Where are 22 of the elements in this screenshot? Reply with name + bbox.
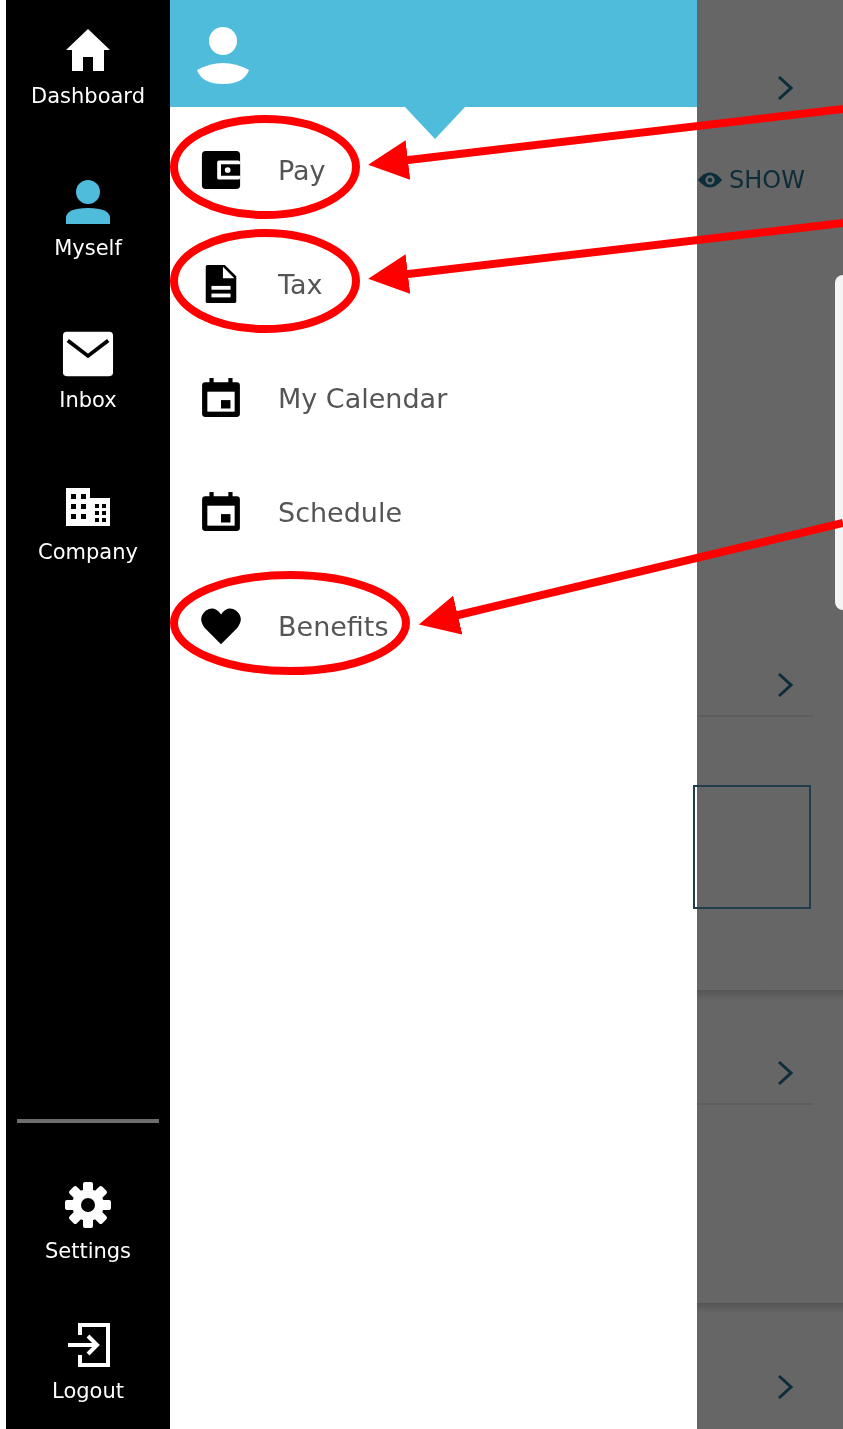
menu-item[interactable]: Pay — [170, 149, 326, 191]
avatar-icon — [196, 26, 250, 84]
menu-item[interactable]: Benefits — [170, 605, 389, 647]
calendar-icon — [200, 491, 242, 533]
show-label: SHOW — [729, 166, 805, 194]
rail-item[interactable]: Settings — [40, 1175, 136, 1269]
chevron-right-icon — [777, 672, 793, 698]
chevron-right-icon — [777, 75, 793, 101]
rail-item[interactable]: Company — [34, 476, 142, 570]
calendar-icon — [200, 377, 242, 419]
envelope-icon — [62, 330, 114, 378]
rail-item[interactable]: Myself — [50, 172, 126, 266]
menu-item[interactable]: Schedule — [170, 491, 403, 533]
rail-item[interactable]: Dashboard — [27, 20, 149, 114]
chevron-right-icon — [777, 1060, 793, 1086]
settings-icon — [62, 1181, 114, 1229]
wallet-icon — [200, 149, 242, 191]
rail-item[interactable]: Inbox — [55, 324, 121, 418]
menu-item[interactable]: My Calendar — [170, 377, 448, 419]
chevron-right-icon — [777, 1374, 793, 1400]
rail-item[interactable]: Logout — [48, 1315, 128, 1409]
menu-item[interactable]: Tax — [170, 263, 323, 305]
